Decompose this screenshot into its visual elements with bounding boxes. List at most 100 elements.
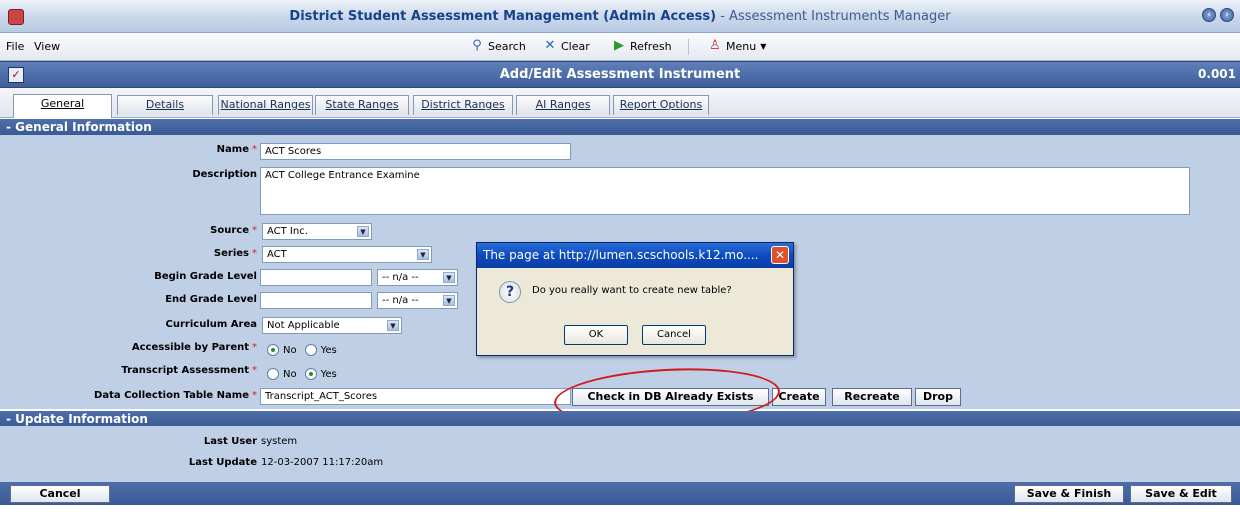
window-title-main: District Student Assessment Management (… (289, 9, 717, 24)
description-textarea[interactable]: ACT College Entrance Examine (260, 167, 1190, 215)
toolbar-separator (688, 39, 689, 55)
curriculum-label: Curriculum Area (20, 319, 257, 330)
source-label-text: Source (210, 225, 249, 236)
window-title: District Student Assessment Management (… (0, 9, 1240, 24)
parent-access-yes-radio[interactable] (304, 344, 317, 356)
create-button[interactable]: Create (772, 388, 826, 406)
window-forward-icon[interactable]: › (1220, 8, 1234, 22)
recreate-button[interactable]: Recreate (832, 388, 912, 406)
curriculum-select-value: Not Applicable (267, 320, 340, 331)
menubar: File View ⚲ Search ✕ Clear ▶ Refresh ♙ M… (0, 33, 1240, 61)
curriculum-select[interactable]: Not Applicable ▼ (262, 317, 402, 334)
chevron-down-icon: ▼ (443, 272, 455, 283)
radio-yes-label: Yes (320, 368, 337, 380)
curriculum-label-text: Curriculum Area (165, 319, 257, 330)
chevron-down-icon: ▼ (387, 320, 399, 331)
question-icon: ? (499, 281, 521, 303)
dialog-message: Do you really want to create new table? (532, 285, 732, 296)
parent-access-no-radio[interactable] (267, 344, 279, 356)
tab-district-ranges[interactable]: District Ranges (413, 95, 513, 115)
chevron-down-icon: ▼ (760, 41, 767, 51)
section-update-heading: - Update Information (0, 411, 1240, 427)
transcript-radio-group: No Yes (267, 368, 337, 380)
menu-view[interactable]: View (34, 40, 60, 53)
tab-state-ranges[interactable]: State Ranges (315, 95, 409, 115)
dialog-cancel-button[interactable]: Cancel (642, 325, 706, 345)
menu-dropdown-label: Menu (726, 39, 757, 53)
tab-national-ranges[interactable]: National Ranges (218, 95, 313, 115)
tab-general[interactable]: General (13, 94, 112, 118)
required-marker: * (252, 365, 257, 376)
source-select-value: ACT Inc. (267, 226, 308, 237)
table-name-label-text: Data Collection Table Name (94, 390, 249, 401)
page-header: ✓ Add/Edit Assessment Instrument 0.001 (0, 61, 1240, 88)
tab-report-options[interactable]: Report Options (613, 95, 709, 115)
table-name-input[interactable]: Transcript_ACT_Scores (260, 388, 571, 405)
source-select[interactable]: ACT Inc. ▼ (262, 223, 372, 240)
series-select[interactable]: ACT ▼ (262, 246, 432, 263)
clear-button[interactable]: ✕ Clear (543, 39, 590, 53)
end-grade-label-text: End Grade Level (165, 294, 257, 305)
dialog-ok-button[interactable]: OK (564, 325, 628, 345)
chevron-down-icon: ▼ (443, 295, 455, 306)
source-label: Source * (20, 225, 257, 236)
clear-icon: ✕ (544, 38, 556, 53)
last-user-value: system (261, 436, 298, 447)
clear-button-label: Clear (561, 39, 590, 53)
tab-ai-ranges[interactable]: AI Ranges (516, 95, 610, 115)
close-icon[interactable]: ✕ (771, 246, 789, 264)
begin-grade-label: Begin Grade Level (20, 271, 257, 282)
begin-grade-input[interactable] (260, 269, 372, 286)
end-grade-select-value: -- n/a -- (382, 295, 419, 306)
transcript-no-radio[interactable] (267, 368, 279, 380)
window-back-icon[interactable]: ‹ (1202, 8, 1216, 22)
name-label: Name * (20, 144, 257, 155)
refresh-button[interactable]: ▶ Refresh (612, 39, 672, 53)
confirm-dialog: The page at http://lumen.scschools.k12.m… (476, 242, 794, 356)
transcript-label: Transcript Assessment * (20, 365, 257, 376)
table-name-label: Data Collection Table Name * (20, 390, 257, 401)
dialog-title: The page at http://lumen.scschools.k12.m… (483, 248, 759, 262)
page-title: Add/Edit Assessment Instrument (499, 67, 741, 82)
description-label: Description (20, 169, 257, 180)
chevron-down-icon: ▼ (357, 226, 369, 237)
last-update-value: 12-03-2007 11:17:20am (261, 457, 384, 468)
last-user-label: Last User (203, 436, 257, 447)
begin-grade-select-value: -- n/a -- (382, 272, 419, 283)
menu-dropdown-button[interactable]: ♙ Menu ▼ (708, 39, 766, 53)
search-button[interactable]: ⚲ Search (470, 39, 526, 53)
search-icon: ⚲ (472, 38, 482, 53)
transcript-yes-radio[interactable] (304, 368, 317, 380)
begin-grade-select[interactable]: -- n/a -- ▼ (377, 269, 458, 286)
end-grade-label: End Grade Level (20, 294, 257, 305)
save-edit-button[interactable]: Save & Edit (1130, 485, 1232, 503)
window-titlebar: District Student Assessment Management (… (0, 0, 1240, 33)
tab-details[interactable]: Details (117, 95, 213, 115)
cancel-button[interactable]: Cancel (10, 485, 110, 503)
window-title-sub: - Assessment Instruments Manager (716, 9, 951, 24)
name-input[interactable]: ACT Scores (260, 143, 571, 160)
end-grade-input[interactable] (260, 292, 372, 309)
drop-button[interactable]: Drop (915, 388, 961, 406)
radio-yes-label: Yes (320, 344, 337, 356)
begin-grade-label-text: Begin Grade Level (154, 271, 257, 282)
name-label-text: Name (216, 144, 249, 155)
chevron-down-icon: ▼ (417, 249, 429, 260)
end-grade-select[interactable]: -- n/a -- ▼ (377, 292, 458, 309)
required-marker: * (252, 144, 257, 155)
description-label-text: Description (192, 169, 257, 180)
parent-access-radio-group: No Yes (267, 344, 337, 356)
menu-file[interactable]: File (6, 40, 24, 53)
refresh-button-label: Refresh (630, 39, 672, 53)
parent-access-label: Accessible by Parent * (20, 342, 257, 353)
transcript-label-text: Transcript Assessment (121, 365, 249, 376)
tab-strip: General Details National Ranges State Ra… (0, 88, 1240, 118)
radio-no-label: No (283, 344, 297, 356)
last-update-label: Last Update (188, 457, 257, 468)
required-marker: * (252, 248, 257, 259)
required-marker: * (252, 390, 257, 401)
required-marker: * (252, 342, 257, 353)
save-finish-button[interactable]: Save & Finish (1014, 485, 1124, 503)
series-select-value: ACT (267, 249, 287, 260)
dialog-titlebar: The page at http://lumen.scschools.k12.m… (477, 243, 793, 268)
